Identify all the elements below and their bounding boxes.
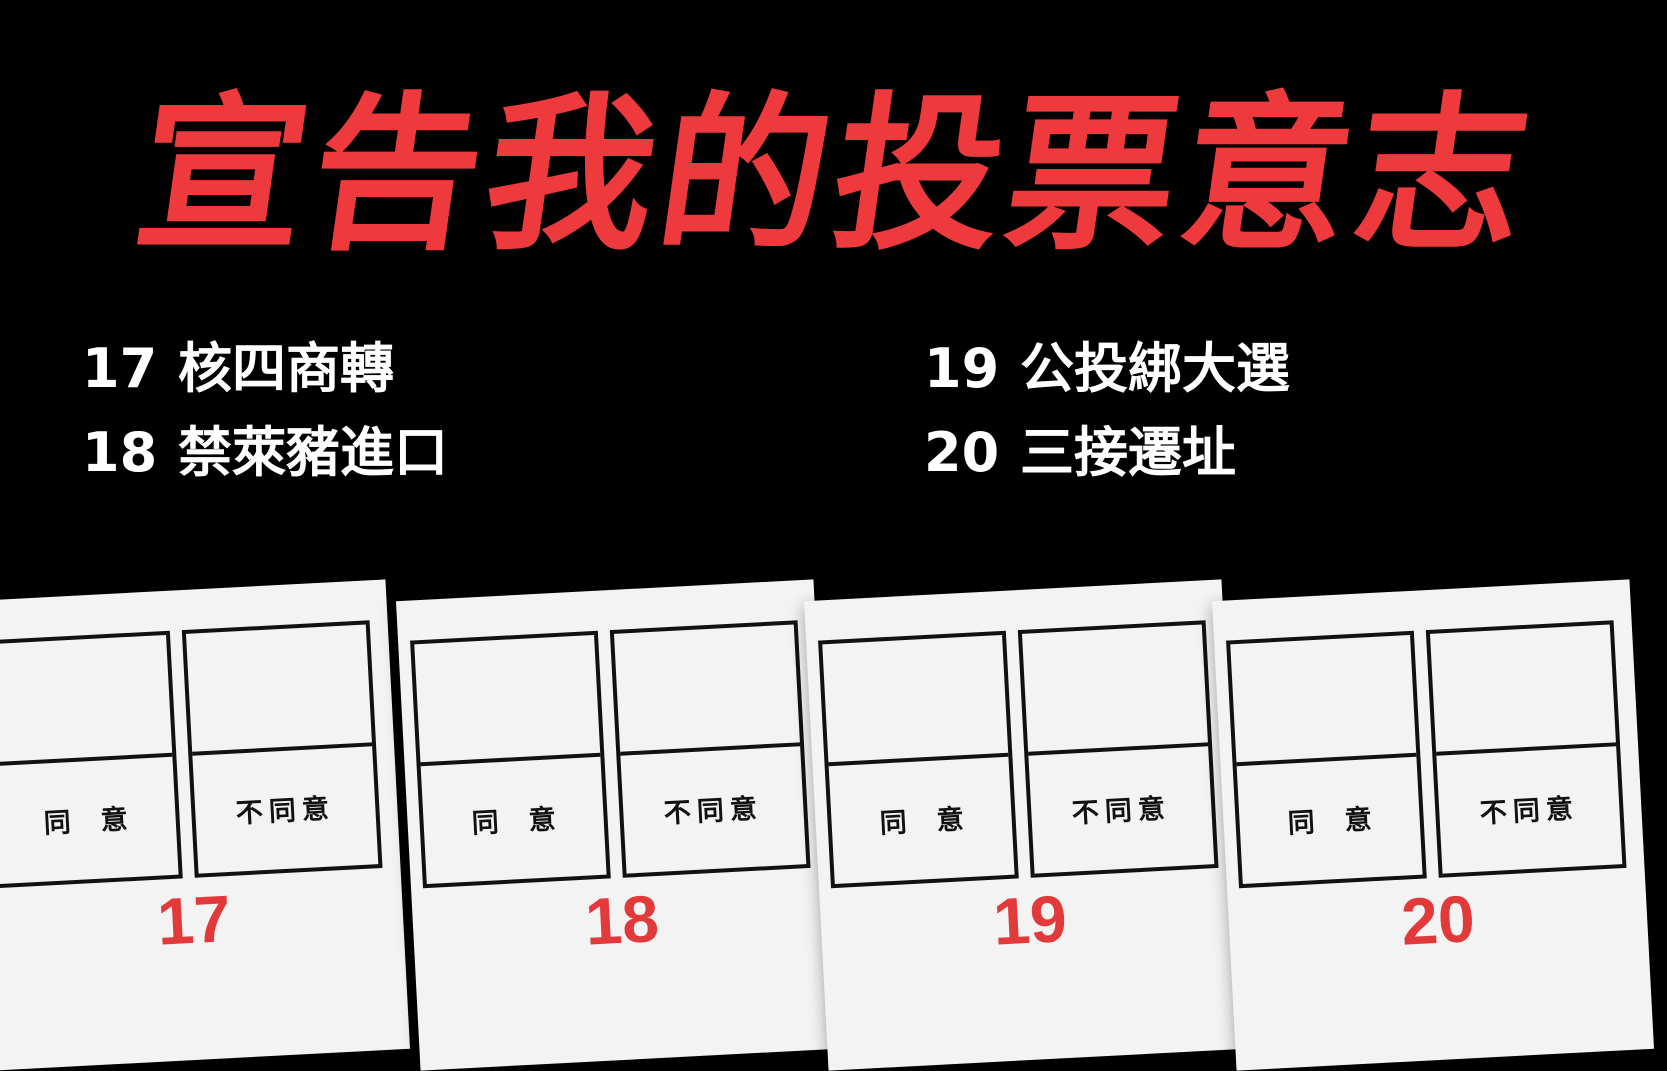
agree-label: 同意 bbox=[42, 802, 159, 840]
topic-number: 17 bbox=[82, 337, 158, 400]
ballot-17: 同意 不同意 17 bbox=[0, 579, 411, 1071]
box-divider bbox=[192, 742, 373, 756]
topic-17: 17 核四商轉 bbox=[82, 334, 394, 404]
disagree-label: 不同意 bbox=[235, 793, 336, 830]
disagree-label: 不同意 bbox=[663, 793, 764, 830]
disagree-label: 不同意 bbox=[1479, 793, 1580, 830]
ballot-number: 20 bbox=[1399, 880, 1477, 959]
disagree-box[interactable]: 不同意 bbox=[181, 620, 383, 878]
box-divider bbox=[1436, 742, 1617, 756]
ballot-number: 17 bbox=[155, 880, 233, 959]
box-divider bbox=[828, 752, 1009, 767]
box-divider bbox=[1236, 752, 1417, 767]
agree-label: 同意 bbox=[470, 802, 587, 840]
box-divider bbox=[420, 752, 601, 767]
ballot-18: 同意 不同意 18 bbox=[395, 579, 839, 1071]
topic-number: 18 bbox=[82, 421, 158, 484]
ballot-number: 19 bbox=[991, 880, 1069, 959]
disagree-box[interactable]: 不同意 bbox=[609, 620, 811, 878]
ballot-number: 18 bbox=[583, 880, 661, 959]
topic-title: 禁萊豬進口 bbox=[178, 421, 448, 484]
topic-number: 19 bbox=[924, 337, 1000, 400]
topic-19: 19 公投綁大選 bbox=[924, 334, 1290, 404]
agree-box[interactable]: 同意 bbox=[1226, 630, 1427, 889]
topic-title: 公投綁大選 bbox=[1020, 337, 1290, 400]
disagree-label: 不同意 bbox=[1071, 793, 1172, 830]
agree-label: 同意 bbox=[1286, 802, 1403, 840]
topic-title: 核四商轉 bbox=[178, 337, 394, 400]
box-divider bbox=[1028, 742, 1209, 756]
ballot-19: 同意 不同意 19 bbox=[803, 579, 1247, 1071]
topic-number: 20 bbox=[924, 421, 1000, 484]
agree-box[interactable]: 同意 bbox=[410, 630, 611, 889]
agree-box[interactable]: 同意 bbox=[0, 630, 183, 889]
ballot-20: 同意 不同意 20 bbox=[1211, 579, 1655, 1071]
headline: 宣告我的投票意志 bbox=[125, 77, 1545, 273]
agree-box[interactable]: 同意 bbox=[818, 630, 1019, 889]
topic-18: 18 禁萊豬進口 bbox=[82, 418, 448, 488]
topic-title: 三接遷址 bbox=[1020, 421, 1236, 484]
topic-20: 20 三接遷址 bbox=[924, 418, 1236, 488]
disagree-box[interactable]: 不同意 bbox=[1425, 620, 1627, 878]
disagree-box[interactable]: 不同意 bbox=[1017, 620, 1219, 878]
box-divider bbox=[0, 752, 173, 767]
agree-label: 同意 bbox=[878, 802, 995, 840]
box-divider bbox=[620, 742, 801, 756]
